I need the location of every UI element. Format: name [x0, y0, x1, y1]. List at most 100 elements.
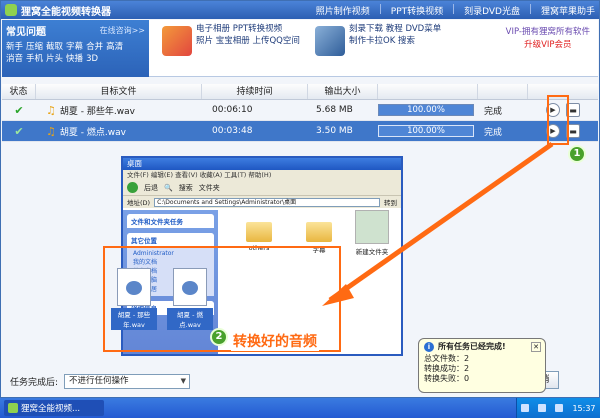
ppt-icon	[162, 26, 192, 56]
link-photo-video[interactable]: 照片制作视频	[316, 4, 370, 17]
notification-balloon: i 所有任务已经完成! 总文件数：2 转换成功：2 转换失败：0 ✕	[418, 338, 546, 393]
promo-link[interactable]: 电子相册	[196, 24, 230, 34]
file-label: 胡夏 - 那些年.wav	[111, 308, 157, 330]
promo-link[interactable]: 制作卡拉OK	[349, 36, 395, 46]
folder-thumbnail-icon	[355, 210, 389, 244]
audio-file-item[interactable]: 胡夏 - 燃点.wav	[167, 268, 213, 330]
phone-dvd-icon	[315, 26, 345, 56]
faq-link[interactable]: 3D	[86, 54, 98, 64]
output-size: 5.68 MB	[316, 105, 353, 115]
progress-bar: 100.00%	[378, 125, 474, 137]
online-consult-link[interactable]: 在线咨询>>	[100, 25, 145, 36]
link-dvd[interactable]: 刻录DVD光盘	[464, 4, 520, 17]
promo-link[interactable]: DVD菜单	[405, 24, 441, 34]
faq-link[interactable]: 快播	[66, 54, 83, 64]
vip-line[interactable]: VIP-拥有狸窝所有软件	[506, 26, 590, 39]
table-row[interactable]: ✔ ♫ 胡夏 - 燃点.wav 00:03:48 3.50 MB 100.00% …	[2, 121, 598, 142]
task-table: 状态 目标文件 持续时间 输出大小 ✔ ♫ 胡夏 - 那些年.wav 00:06:…	[2, 84, 598, 148]
tray-icon[interactable]	[521, 404, 530, 412]
app-title: 狸窝全能视频转换器	[21, 6, 111, 18]
address-field[interactable]: C:\Documents and Settings\Administrator\…	[154, 197, 380, 207]
back-icon[interactable]	[127, 182, 138, 193]
col-state	[478, 84, 528, 99]
link-ppt-video[interactable]: PPT转换视频	[391, 4, 443, 17]
audio-file-icon	[117, 268, 151, 306]
promo-link[interactable]: 照片	[196, 36, 213, 46]
faq-link[interactable]: 片头	[46, 54, 63, 64]
vip-upgrade-link[interactable]: 升级VIP会员	[506, 39, 590, 52]
promo-link[interactable]: 搜索	[398, 36, 415, 46]
clock[interactable]: 15:37	[572, 404, 595, 413]
col-status: 状态	[2, 84, 36, 99]
tray-icon[interactable]	[538, 404, 547, 412]
title-links: 照片制作视频 PPT转换视频 刻录DVD光盘 狸窝苹果助手	[316, 3, 595, 17]
faq-link[interactable]: 压缩	[26, 42, 43, 52]
faq-link[interactable]: 手机	[26, 54, 43, 64]
promo-link[interactable]: 宝宝相册	[216, 36, 250, 46]
status-text: 完成	[484, 106, 503, 117]
folder-item[interactable]: 新建文件夹	[347, 210, 397, 256]
faq-link[interactable]: 高清	[106, 42, 123, 52]
explorer-title: 桌面	[123, 158, 401, 170]
check-icon: ✔	[14, 124, 24, 138]
check-icon: ✔	[14, 103, 24, 117]
promo-link[interactable]: 上传QQ空间	[252, 36, 299, 46]
faq-link[interactable]: 新手	[6, 42, 23, 52]
faq-panel: 常见问题 在线咨询>> 新手 压缩 截取 字幕 合并 高清 消音 手机 片头 快播 3D	[2, 20, 149, 77]
panel-title[interactable]: 文件和文件夹任务	[127, 214, 214, 228]
app-logo-icon	[5, 4, 17, 16]
panel-title[interactable]: 其它位置	[127, 233, 214, 247]
promo-link[interactable]: 刻录下载	[349, 24, 383, 34]
search-label[interactable]: 搜索	[179, 183, 193, 193]
faq-link[interactable]: 截取	[46, 42, 63, 52]
search-icon[interactable]: 🔍	[164, 184, 173, 192]
after-action-select[interactable]: 不进行任何操作	[64, 373, 191, 389]
app-logo-icon	[8, 403, 18, 413]
balloon-title: 所有任务已经完成!	[438, 342, 506, 351]
promo-link[interactable]: PPT转换视频	[233, 24, 282, 34]
audio-file-item[interactable]: 胡夏 - 那些年.wav	[111, 268, 157, 330]
explorer-toolbar: 后退 🔍 搜索 文件夹	[123, 180, 401, 196]
title-bar: 狸窝全能视频转换器 照片制作视频 PPT转换视频 刻录DVD光盘 狸窝苹果助手	[1, 1, 599, 19]
close-icon[interactable]: ✕	[531, 342, 541, 352]
caption-converted-audio: 转换好的音频	[231, 331, 319, 351]
faq-link[interactable]: 字幕	[66, 42, 83, 52]
faq-title: 常见问题	[6, 27, 46, 38]
balloon-line: 转换失败：0	[424, 374, 470, 383]
go-button[interactable]: 转到	[384, 197, 397, 207]
folders-label[interactable]: 文件夹	[199, 183, 220, 193]
divider	[453, 3, 455, 14]
music-file-icon: ♫	[46, 124, 56, 138]
address-bar: 地址(D) C:\Documents and Settings\Administ…	[123, 196, 401, 208]
info-icon: i	[424, 342, 434, 352]
file-name: 胡夏 - 燃点.wav	[59, 127, 126, 138]
taskbar-app-button[interactable]: 狸窝全能视频...	[4, 400, 104, 416]
tray-icon[interactable]	[555, 404, 564, 412]
vip-promo[interactable]: VIP-拥有狸窝所有软件 升级VIP会员	[506, 26, 590, 52]
duration: 00:06:10	[212, 105, 253, 115]
duration: 00:03:48	[212, 126, 253, 136]
promo-link[interactable]: 教程	[386, 24, 403, 34]
taskbar: 狸窝全能视频... 15:37	[0, 398, 600, 418]
link-apple-helper[interactable]: 狸窝苹果助手	[541, 4, 595, 17]
explorer-menu[interactable]: 文件(F) 编辑(E) 查看(V) 收藏(A) 工具(T) 帮助(H)	[123, 170, 401, 180]
divider	[529, 3, 531, 14]
folder-label: 新建文件夹	[355, 248, 389, 256]
system-tray: 15:37	[516, 398, 600, 418]
promo-album[interactable]: 电子相册 PPT转换视频 照片 宝宝相册 上传QQ空间	[162, 23, 300, 73]
step-badge-2: 2	[210, 328, 228, 346]
after-label: 任务完成后:	[10, 377, 59, 388]
back-label[interactable]: 后退	[144, 183, 158, 193]
promo-dvd[interactable]: 刻录下载 教程 DVD菜单 制作卡拉OK 搜索	[315, 23, 441, 73]
col-progress	[378, 84, 478, 99]
taskbar-app-label: 狸窝全能视频...	[21, 404, 81, 414]
col-size: 输出大小	[308, 84, 378, 99]
music-file-icon: ♫	[46, 103, 56, 117]
faq-link[interactable]: 消音	[6, 54, 23, 64]
audio-file-icon	[173, 268, 207, 306]
folder-icon	[306, 222, 332, 242]
faq-link[interactable]: 合并	[86, 42, 103, 52]
tasks-panel: 文件和文件夹任务	[127, 214, 214, 228]
balloon-line: 总文件数：2	[424, 354, 470, 363]
table-row[interactable]: ✔ ♫ 胡夏 - 那些年.wav 00:06:10 5.68 MB 100.00%…	[2, 100, 598, 121]
